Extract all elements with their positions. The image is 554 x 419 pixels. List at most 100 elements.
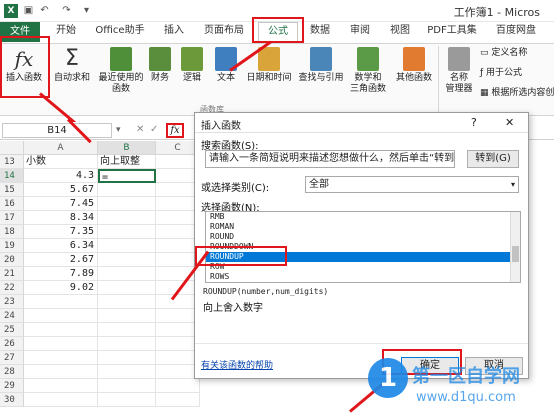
column-header-b[interactable]: B [98, 141, 156, 155]
cell-b[interactable] [98, 323, 156, 337]
row-header[interactable]: 20 [0, 253, 24, 267]
undo-icon[interactable]: ↶ [38, 4, 51, 17]
category-select[interactable]: 全部 ▾ [305, 176, 519, 193]
dialog-help-icon[interactable]: ? [471, 116, 477, 129]
active-cell-b14[interactable]: = [98, 169, 156, 183]
tab-office-assistant[interactable]: Office助手 [88, 22, 152, 42]
save-icon[interactable]: ▣ [22, 4, 35, 17]
list-scrollbar[interactable] [510, 212, 520, 282]
define-name-button[interactable]: ▭ 定义名称 [480, 47, 527, 59]
cell-a[interactable]: 8.34 [24, 211, 98, 225]
cell-a[interactable]: 7.89 [24, 267, 98, 281]
tab-review[interactable]: 审阅 [342, 22, 378, 42]
financial-button[interactable]: 财务 [146, 44, 174, 84]
cell-a[interactable]: 9.02 [24, 281, 98, 295]
tab-view[interactable]: 视图 [382, 22, 418, 42]
tab-insert[interactable]: 插入 [156, 22, 192, 42]
row-header[interactable]: 23 [0, 295, 24, 309]
chevron-down-icon[interactable]: ▾ [511, 177, 515, 193]
go-button[interactable]: 转到(G) [467, 150, 519, 168]
column-header-a[interactable]: A [24, 141, 98, 155]
datetime-button[interactable]: 日期和时间 [244, 44, 294, 84]
formula-fx-button[interactable]: fx [166, 123, 184, 138]
row-header[interactable]: 22 [0, 281, 24, 295]
row-header[interactable]: 14 [0, 169, 24, 183]
scrollbar-thumb[interactable] [512, 246, 519, 262]
cell-a[interactable]: 小数 [24, 155, 98, 169]
cell-a[interactable]: 7.35 [24, 225, 98, 239]
cell-a[interactable]: 4.3 [24, 169, 98, 183]
cell-b[interactable]: 向上取整 [98, 155, 156, 169]
row-header[interactable]: 13 [0, 155, 24, 169]
dialog-close-icon[interactable]: ✕ [505, 116, 514, 129]
redo-icon[interactable]: ↷ [60, 4, 73, 17]
cell-b[interactable] [98, 379, 156, 393]
cell-c[interactable] [156, 393, 200, 407]
autosum-button[interactable]: Σ 自动求和 [50, 44, 94, 84]
row-header[interactable]: 27 [0, 351, 24, 365]
function-list-item[interactable]: RMB [206, 212, 510, 222]
cell-b[interactable] [98, 225, 156, 239]
cell-c[interactable] [156, 379, 200, 393]
tab-pdf-tools[interactable]: PDF工具集 [424, 22, 480, 42]
cell-b[interactable] [98, 393, 156, 407]
math-trig-button[interactable]: 数学和 三角函数 [350, 44, 386, 95]
cell-a[interactable]: 6.34 [24, 239, 98, 253]
cell-b[interactable] [98, 365, 156, 379]
more-functions-button[interactable]: 其他函数 [394, 44, 434, 84]
cell-b[interactable] [98, 211, 156, 225]
recent-functions-button[interactable]: 最近使用的 函数 [96, 44, 146, 95]
row-header[interactable]: 24 [0, 309, 24, 323]
namebox-dropdown-icon[interactable]: ▾ [116, 125, 121, 135]
row-header[interactable]: 21 [0, 267, 24, 281]
function-list-item[interactable]: ROUND [206, 232, 510, 242]
name-manager-button[interactable]: 名称 管理器 [442, 44, 476, 95]
row-header[interactable]: 28 [0, 365, 24, 379]
cell-a[interactable]: 7.45 [24, 197, 98, 211]
cell-a[interactable] [24, 351, 98, 365]
select-all-corner[interactable] [0, 141, 24, 155]
logical-button[interactable]: 逻辑 [178, 44, 206, 84]
row-header[interactable]: 18 [0, 225, 24, 239]
enter-check-icon[interactable]: ✓ [150, 124, 158, 135]
row-header[interactable]: 25 [0, 323, 24, 337]
tab-data[interactable]: 数据 [302, 22, 338, 42]
cell-b[interactable] [98, 281, 156, 295]
cell-a[interactable] [24, 295, 98, 309]
row-header[interactable]: 15 [0, 183, 24, 197]
row-header[interactable]: 16 [0, 197, 24, 211]
cell-b[interactable] [98, 239, 156, 253]
use-in-formula-button[interactable]: ƒ 用于公式 [480, 67, 522, 79]
cell-b[interactable] [98, 253, 156, 267]
customize-qa-icon[interactable]: ▾ [80, 4, 93, 17]
row-header[interactable]: 17 [0, 211, 24, 225]
cell-a[interactable] [24, 323, 98, 337]
cell-b[interactable] [98, 337, 156, 351]
search-input[interactable]: 请输入一条简短说明来描述您想做什么，然后单击“转到” [205, 150, 455, 168]
row-header[interactable]: 26 [0, 337, 24, 351]
row-header[interactable]: 19 [0, 239, 24, 253]
row-header[interactable]: 30 [0, 393, 24, 407]
cell-b[interactable] [98, 183, 156, 197]
tab-baidu-pan[interactable]: 百度网盘 [488, 22, 544, 42]
cell-a[interactable] [24, 309, 98, 323]
function-list-item[interactable]: ROMAN [206, 222, 510, 232]
tab-page-layout[interactable]: 页面布局 [196, 22, 252, 42]
function-help-link[interactable]: 有关该函数的帮助 [201, 358, 273, 371]
lookup-button[interactable]: 查找与引用 [296, 44, 346, 84]
function-list-item[interactable]: ROWS [206, 272, 510, 282]
cell-b[interactable] [98, 267, 156, 281]
cell-b[interactable] [98, 295, 156, 309]
cell-b[interactable] [98, 351, 156, 365]
row-header[interactable]: 29 [0, 379, 24, 393]
cell-a[interactable] [24, 337, 98, 351]
cancel-icon[interactable]: ✕ [136, 124, 144, 135]
cell-a[interactable] [24, 379, 98, 393]
cell-a[interactable] [24, 365, 98, 379]
cell-b[interactable] [98, 197, 156, 211]
create-from-selection-button[interactable]: ▦ 根据所选内容创 [480, 87, 554, 99]
cell-b[interactable] [98, 309, 156, 323]
name-box[interactable]: B14 [2, 123, 112, 138]
cell-a[interactable]: 2.67 [24, 253, 98, 267]
cell-a[interactable]: 5.67 [24, 183, 98, 197]
